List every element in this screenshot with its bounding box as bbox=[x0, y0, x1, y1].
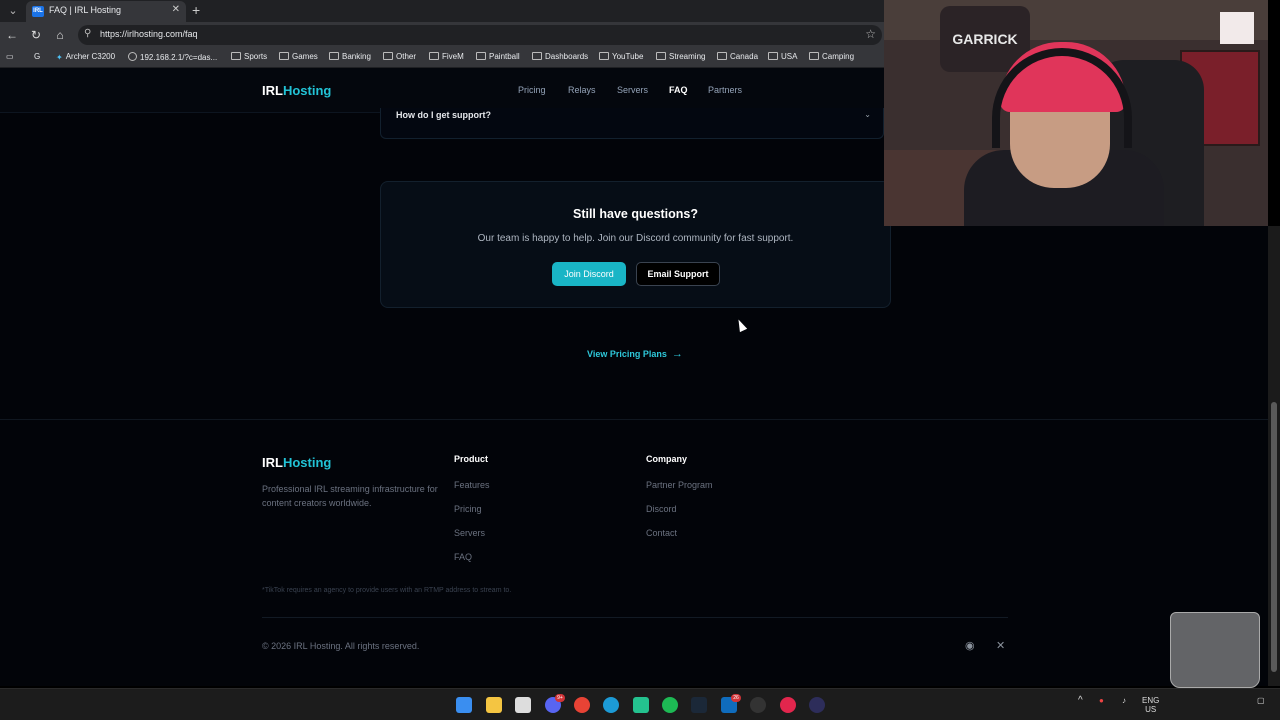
browser-tab-bar: ⌄ IRL FAQ | IRL Hosting ✕ + bbox=[0, 0, 884, 22]
app-icon[interactable] bbox=[633, 697, 649, 713]
footer-product-heading: Product bbox=[454, 454, 489, 464]
x-twitter-icon[interactable]: ✕ bbox=[996, 639, 1005, 652]
footer-link-servers[interactable]: Servers bbox=[454, 528, 485, 538]
email-support-button[interactable]: Email Support bbox=[636, 262, 720, 286]
streaming-app-icon[interactable] bbox=[780, 697, 796, 713]
language-indicator[interactable]: ENG US bbox=[1142, 696, 1159, 714]
spotify-icon[interactable] bbox=[662, 697, 678, 713]
footer-description: Professional IRL streaming infrastructur… bbox=[262, 484, 438, 508]
bookmark-usa[interactable]: USA bbox=[768, 52, 797, 61]
tab-close-icon[interactable]: ✕ bbox=[172, 4, 180, 15]
footer-divider bbox=[0, 419, 1268, 420]
store-icon[interactable] bbox=[515, 697, 531, 713]
site-logo[interactable]: IRLHosting bbox=[262, 83, 331, 98]
tab-title: FAQ | IRL Hosting bbox=[49, 5, 122, 15]
nav-partners[interactable]: Partners bbox=[708, 85, 742, 95]
bookmark-canada[interactable]: Canada bbox=[717, 52, 758, 61]
windows-taskbar: 9+ 26 ^ ● ♪ ENG US ▢ bbox=[0, 688, 1280, 720]
bookmark-streaming[interactable]: Streaming bbox=[656, 52, 705, 61]
bookmark-youtube[interactable]: YouTube bbox=[599, 52, 643, 61]
bookmarks-bar: ▭ G ✦ Archer C3200 192.168.2.1/?c=das... … bbox=[0, 48, 884, 68]
footer-link-faq[interactable]: FAQ bbox=[454, 552, 472, 562]
bookmark-games[interactable]: Games bbox=[279, 52, 318, 61]
bookmark-paintball[interactable]: Paintball bbox=[476, 52, 520, 61]
tray-expand-icon[interactable]: ^ bbox=[1078, 696, 1083, 706]
edge-icon[interactable] bbox=[603, 697, 619, 713]
wall-sign bbox=[1220, 12, 1254, 44]
new-tab-icon[interactable]: + bbox=[192, 2, 200, 18]
nav-relays[interactable]: Relays bbox=[568, 85, 596, 95]
home-icon[interactable]: ⌂ bbox=[52, 27, 68, 43]
cta-heading: Still have questions? bbox=[572, 207, 699, 221]
file-explorer-icon[interactable] bbox=[486, 697, 502, 713]
support-cta-card: Still have questions? Our team is happy … bbox=[380, 181, 891, 308]
footer-link-partner-program[interactable]: Partner Program bbox=[646, 480, 713, 490]
faq-question: How do I get support? bbox=[396, 110, 491, 120]
address-bar[interactable]: ⚲ https://irlhosting.com/faq ☆ bbox=[78, 25, 882, 45]
footer-bottom-divider bbox=[262, 617, 1008, 618]
faq-item-support[interactable]: How do I get support? ⌄ bbox=[380, 108, 884, 139]
mail-badge: 26 bbox=[731, 694, 741, 702]
windows-start-icon[interactable] bbox=[456, 697, 472, 713]
footer-link-features[interactable]: Features bbox=[454, 480, 490, 490]
obs-icon[interactable] bbox=[809, 697, 825, 713]
back-icon[interactable]: ← bbox=[4, 27, 20, 43]
chrome-icon[interactable] bbox=[574, 697, 590, 713]
nav-servers[interactable]: Servers bbox=[617, 85, 648, 95]
bookmarks-menu-icon[interactable]: ▭ bbox=[6, 52, 14, 61]
gaming-app-icon[interactable] bbox=[750, 697, 766, 713]
reload-icon[interactable]: ↻ bbox=[28, 27, 44, 43]
footer-link-pricing[interactable]: Pricing bbox=[454, 504, 482, 514]
bookmark-other[interactable]: Other bbox=[383, 52, 416, 61]
discord-badge: 9+ bbox=[555, 694, 565, 702]
bookmark-fivem[interactable]: FiveM bbox=[429, 52, 464, 61]
bookmark-sports[interactable]: Sports bbox=[231, 52, 267, 61]
footer-note: *TikTok requires an agency to provide us… bbox=[262, 587, 512, 594]
join-discord-button[interactable]: Join Discord bbox=[552, 262, 626, 286]
bookmark-camping[interactable]: Camping bbox=[809, 52, 854, 61]
chevron-down-icon: ⌄ bbox=[864, 110, 871, 119]
microphone-icon[interactable]: ♪ bbox=[1122, 696, 1126, 705]
address-toolbar: ← ↻ ⌂ ⚲ https://irlhosting.com/faq ☆ bbox=[0, 22, 884, 48]
steam-icon[interactable] bbox=[691, 697, 707, 713]
cta-text: Our team is happy to help. Join our Disc… bbox=[477, 233, 794, 244]
browser-tab[interactable]: IRL FAQ | IRL Hosting ✕ bbox=[26, 1, 186, 22]
page-scrollbar[interactable] bbox=[1268, 226, 1280, 686]
view-pricing-link[interactable]: View Pricing Plans → bbox=[587, 348, 683, 360]
copyright-text: © 2026 IRL Hosting. All rights reserved. bbox=[262, 641, 420, 651]
tab-search-icon[interactable]: ⌄ bbox=[4, 3, 22, 19]
site-header: IRLHosting Pricing Relays Servers FAQ Pa… bbox=[0, 68, 884, 113]
nav-faq[interactable]: FAQ bbox=[669, 85, 688, 95]
tray-app-icon[interactable]: ● bbox=[1099, 696, 1104, 705]
url-text[interactable]: https://irlhosting.com/faq bbox=[100, 29, 198, 39]
arrow-right-icon: → bbox=[671, 348, 683, 360]
site-favicon-icon: IRL bbox=[32, 6, 44, 17]
nav-pricing[interactable]: Pricing bbox=[518, 85, 546, 95]
scrollbar-thumb[interactable] bbox=[1271, 402, 1277, 672]
bookmark-dashboards[interactable]: Dashboards bbox=[532, 52, 588, 61]
footer-link-discord[interactable]: Discord bbox=[646, 504, 677, 514]
notifications-icon[interactable]: ▢ bbox=[1257, 696, 1265, 705]
discord-icon[interactable]: ◉ bbox=[965, 639, 975, 652]
google-icon[interactable]: G bbox=[34, 52, 40, 61]
footer-link-contact[interactable]: Contact bbox=[646, 528, 677, 538]
site-info-icon[interactable]: ⚲ bbox=[84, 28, 91, 39]
overlay-cup bbox=[1170, 612, 1260, 688]
footer-logo[interactable]: IRLHosting bbox=[262, 455, 331, 470]
bookmark-router[interactable]: 192.168.2.1/?c=das... bbox=[128, 52, 217, 62]
bookmark-star-icon[interactable]: ☆ bbox=[865, 27, 876, 41]
webcam-overlay: GARRICK bbox=[884, 0, 1268, 226]
bookmark-banking[interactable]: Banking bbox=[329, 52, 371, 61]
footer-company-heading: Company bbox=[646, 454, 688, 464]
bookmark-archer[interactable]: ✦ Archer C3200 bbox=[56, 52, 115, 62]
